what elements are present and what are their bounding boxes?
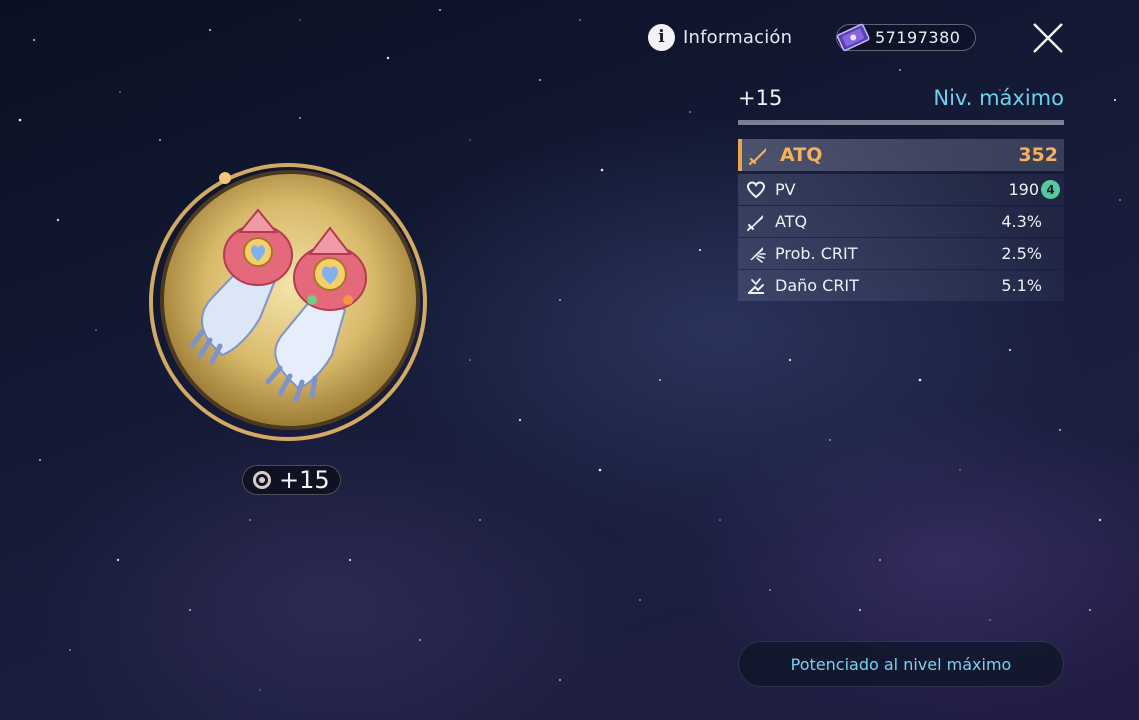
currency-display: 57197380 (836, 23, 976, 52)
sub-stat-row: PV 190 4 (738, 174, 1064, 205)
max-enhanced-button[interactable]: Potenciado al nivel máximo (738, 641, 1064, 687)
ticket-icon (836, 23, 870, 52)
panel-header: +15 Niv. máximo (738, 86, 1064, 120)
currency-amount: 57197380 (875, 28, 961, 47)
sub-stat-name: PV (775, 180, 796, 199)
relic-level-text: +15 (279, 466, 330, 494)
level-ring-icon (253, 471, 271, 489)
panel-divider (738, 120, 1064, 125)
crit-rate-icon (750, 246, 766, 263)
max-level-label: Niv. máximo (933, 86, 1064, 110)
sub-stat-row: ATQ 4.3% (738, 206, 1064, 237)
info-icon: i (648, 23, 675, 51)
sub-stat-value: 4.3% (1001, 212, 1042, 231)
close-icon[interactable] (1030, 20, 1066, 56)
sub-stat-value: 190 (1008, 180, 1039, 199)
sub-stat-name: Daño CRIT (775, 276, 859, 295)
sword-icon (747, 214, 763, 231)
main-stat-name: ATQ (780, 144, 823, 166)
sub-stat-name: ATQ (775, 212, 808, 231)
information-label: Información (683, 26, 793, 48)
sub-stat-row: Prob. CRIT 2.5% (738, 238, 1064, 269)
heart-icon (746, 180, 766, 198)
stats-panel: +15 Niv. máximo ATQ 352 PV 190 4 ATQ 4.3… (738, 86, 1064, 302)
max-enhanced-label: Potenciado al nivel máximo (790, 654, 1012, 674)
roll-count-badge: 4 (1041, 180, 1060, 199)
sub-stat-name: Prob. CRIT (775, 244, 858, 263)
sword-icon (748, 148, 766, 166)
sub-stat-value: 5.1% (1001, 276, 1042, 295)
relic-gloves-image (149, 163, 427, 441)
main-stat-row: ATQ 352 (738, 139, 1064, 171)
relic-level-badge: +15 (242, 465, 341, 495)
crit-dmg-icon (748, 277, 764, 294)
panel-level: +15 (738, 86, 783, 110)
main-stat-value: 352 (1018, 144, 1058, 166)
sub-stat-value: 2.5% (1001, 244, 1042, 263)
information-button[interactable]: i Información (648, 23, 792, 51)
sub-stat-row: Daño CRIT 5.1% (738, 270, 1064, 301)
